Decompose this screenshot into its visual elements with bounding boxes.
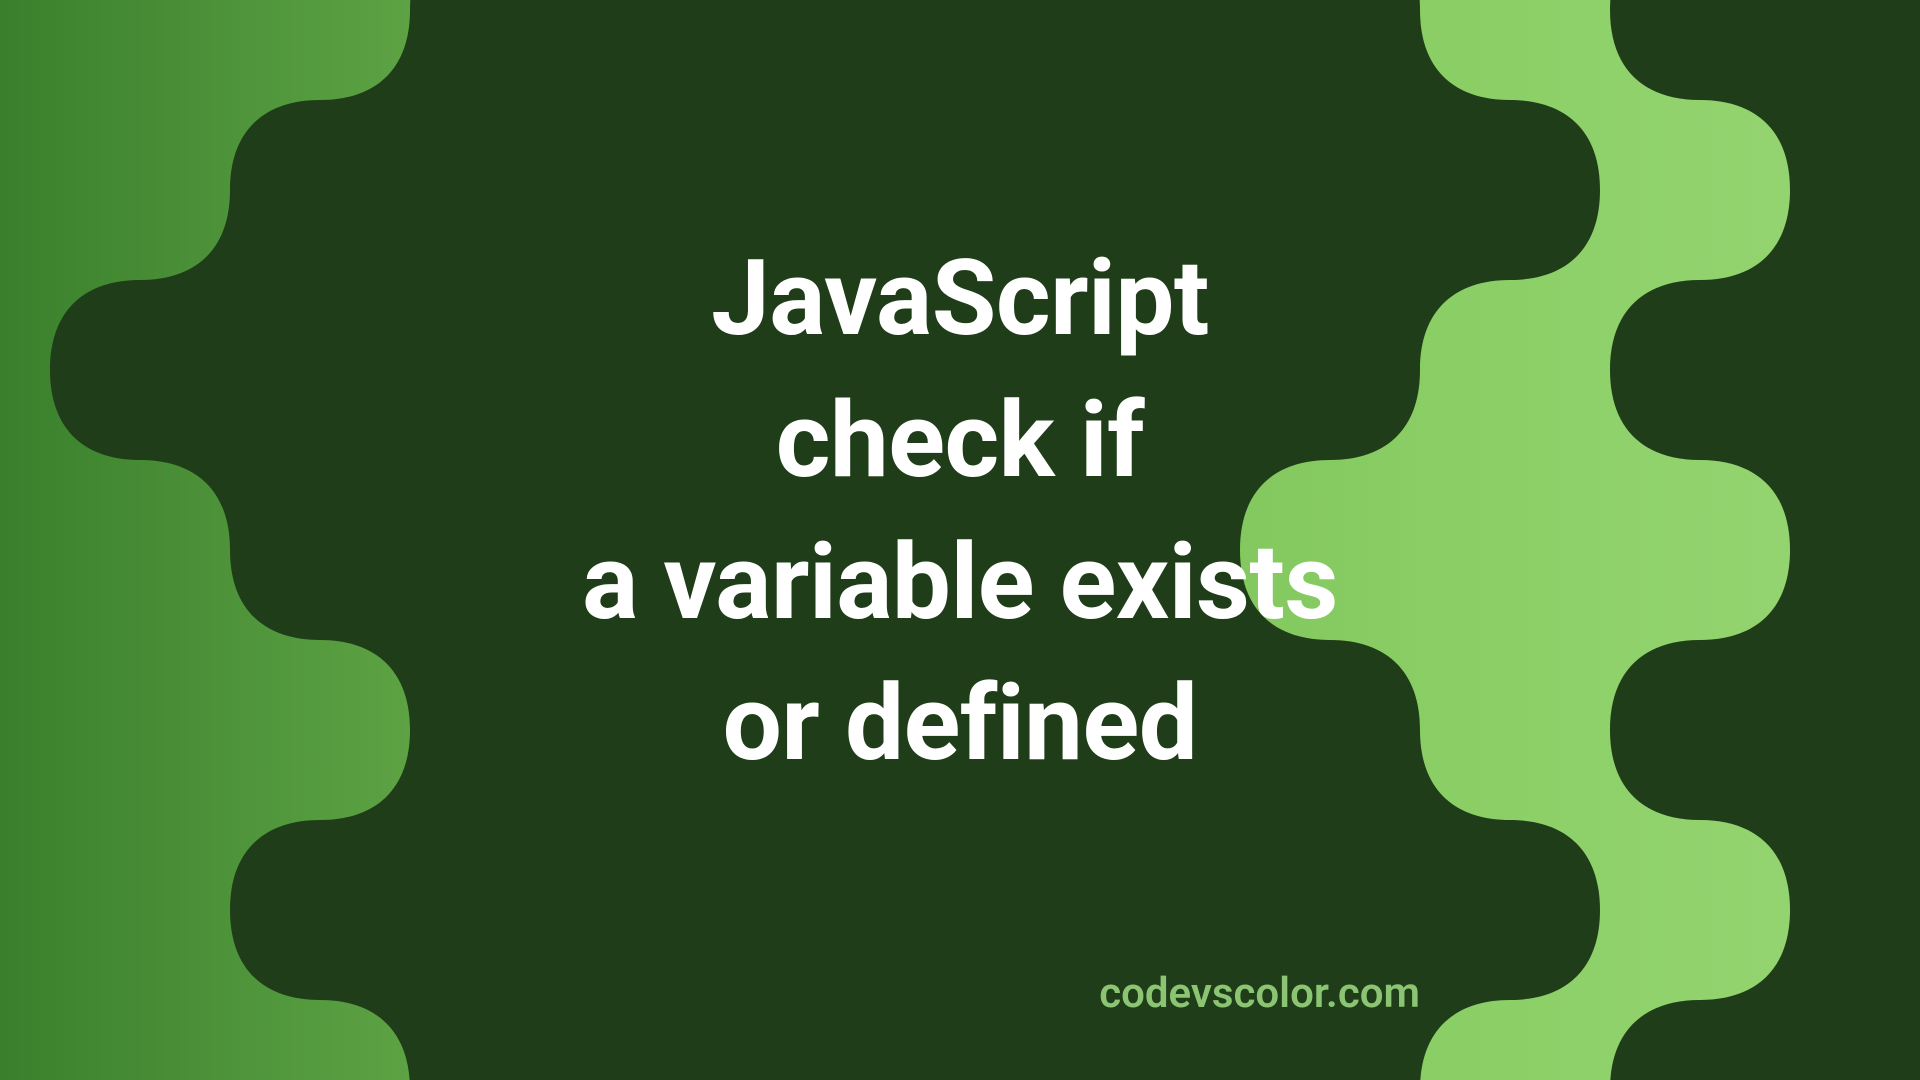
featured-image: JavaScript check if a variable exists or… — [0, 0, 1920, 1080]
page-title: JavaScript check if a variable exists or… — [582, 228, 1338, 795]
watermark: codevscolor.com — [1099, 969, 1420, 1018]
